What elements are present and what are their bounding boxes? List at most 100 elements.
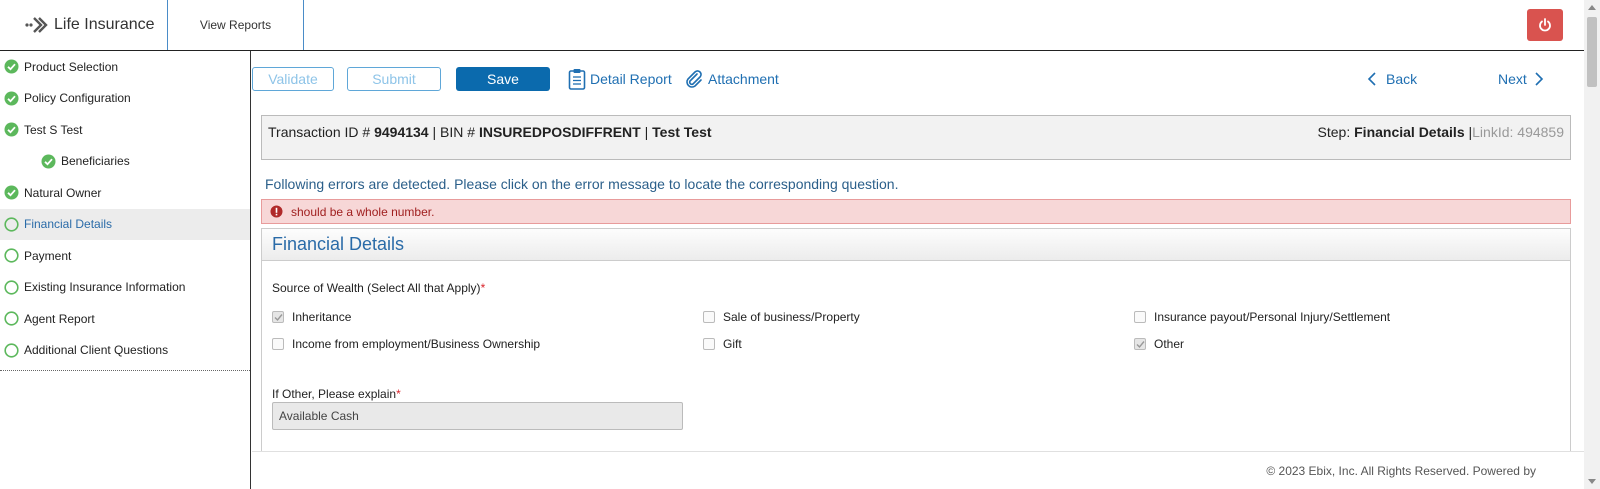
- checkbox-label: Insurance payout/Personal Injury/Settlem…: [1154, 310, 1391, 324]
- sidebar-item-label: Policy Configuration: [24, 91, 131, 106]
- checkbox-box[interactable]: [1134, 338, 1146, 350]
- attachment-label: Attachment: [708, 71, 779, 87]
- sidebar: Product Selection Policy Configuration T…: [0, 51, 251, 489]
- checkbox-label: Sale of business/Property: [723, 310, 860, 324]
- sidebar-item-natural-owner[interactable]: Natural Owner: [0, 177, 250, 209]
- financial-details-panel: Financial Details Source of Wealth (Sele…: [261, 228, 1571, 458]
- other-explain-input[interactable]: Available Cash: [272, 402, 683, 430]
- step-label: Step:: [1317, 124, 1351, 140]
- alert-circle-icon: [270, 205, 283, 218]
- detail-report-link[interactable]: Detail Report: [568, 67, 672, 91]
- sidebar-item-beneficiaries[interactable]: Beneficiaries: [0, 146, 250, 178]
- sidebar-item-existing-insurance[interactable]: Existing Insurance Information: [0, 272, 250, 304]
- checkbox-sale-of-business[interactable]: Sale of business/Property: [703, 310, 860, 324]
- main-content: Validate Submit Save Detail Report Attac…: [252, 51, 1584, 458]
- sidebar-item-product-selection[interactable]: Product Selection: [0, 51, 250, 83]
- clipboard-icon: [568, 69, 586, 90]
- empty-circle-icon: [4, 311, 19, 326]
- sidebar-item-additional-client-questions[interactable]: Additional Client Questions: [0, 335, 250, 367]
- detail-report-label: Detail Report: [590, 71, 672, 87]
- empty-circle-icon: [4, 217, 19, 232]
- empty-circle-icon: [4, 248, 19, 263]
- chevron-right-icon: [1535, 72, 1543, 86]
- save-button[interactable]: Save: [456, 67, 550, 91]
- brand[interactable]: Life Insurance: [0, 0, 168, 50]
- checkbox-box[interactable]: [272, 311, 284, 323]
- step-value: Financial Details: [1354, 124, 1465, 140]
- checkbox-gift[interactable]: Gift: [703, 337, 742, 351]
- checkbox-label: Gift: [723, 337, 742, 351]
- logo-icon: [25, 17, 48, 33]
- next-label: Next: [1498, 71, 1527, 87]
- copyright-text: © 2023 Ebix, Inc. All Rights Reserved. P…: [1266, 464, 1536, 478]
- transaction-bar: Transaction ID # 9494134 | BIN # INSURED…: [261, 115, 1571, 160]
- step-list: Product Selection Policy Configuration T…: [0, 51, 250, 371]
- separator: |: [644, 124, 649, 140]
- link-id: LinkId: 494859: [1472, 124, 1564, 140]
- bin-label: | BIN #: [432, 124, 476, 140]
- check-icon: [274, 313, 283, 321]
- bin-value: INSUREDPOSDIFFRENT: [478, 124, 641, 140]
- validate-button[interactable]: Validate: [252, 67, 334, 91]
- next-button[interactable]: Next: [1498, 67, 1549, 91]
- check-circle-icon: [41, 154, 56, 169]
- sidebar-item-label: Natural Owner: [24, 185, 102, 200]
- checkbox-label: Other: [1154, 337, 1185, 351]
- sidebar-item-label: Beneficiaries: [61, 154, 130, 169]
- checkbox-insurance-payout[interactable]: Insurance payout/Personal Injury/Settlem…: [1134, 310, 1390, 324]
- client-name: Test Test: [652, 124, 712, 140]
- sidebar-item-label: Product Selection: [24, 59, 119, 74]
- paperclip-icon: [686, 70, 702, 88]
- logout-button[interactable]: [1527, 9, 1563, 41]
- checkbox-label: Inheritance: [292, 310, 352, 324]
- back-label: Back: [1386, 71, 1418, 87]
- transaction-id-label: Transaction ID #: [268, 124, 371, 140]
- attachment-link[interactable]: Attachment: [684, 67, 779, 91]
- check-icon: [1136, 340, 1145, 348]
- top-header: Life Insurance View Reports: [0, 0, 1584, 51]
- error-summary-message: Following errors are detected. Please cl…: [265, 176, 899, 192]
- checkbox-box[interactable]: [703, 338, 715, 350]
- step-info: Step: Financial Details |LinkId: 494859: [1318, 124, 1564, 140]
- power-icon: [1539, 18, 1551, 32]
- view-reports-link[interactable]: View Reports: [168, 0, 304, 50]
- check-circle-icon: [4, 59, 19, 74]
- source-of-wealth-label: Source of Wealth (Select All that Apply)…: [272, 281, 485, 295]
- sidebar-item-policy-configuration[interactable]: Policy Configuration: [0, 83, 250, 115]
- sidebar-item-label: Financial Details: [24, 217, 113, 232]
- transaction-info: Transaction ID # 9494134 | BIN # INSURED…: [268, 124, 712, 140]
- checkbox-label: Income from employment/Business Ownershi…: [292, 337, 541, 351]
- other-explain-text: If Other, Please explain: [272, 387, 397, 401]
- required-mark: *: [480, 281, 486, 295]
- checkbox-box[interactable]: [703, 311, 715, 323]
- sidebar-item-label: Existing Insurance Information: [24, 280, 186, 295]
- sidebar-item-agent-report[interactable]: Agent Report: [0, 303, 250, 335]
- sidebar-item-payment[interactable]: Payment: [0, 240, 250, 272]
- sidebar-item-label: Additional Client Questions: [24, 343, 169, 358]
- app-title: Life Insurance: [54, 16, 155, 33]
- sidebar-item-label: Payment: [24, 248, 72, 263]
- sidebar-item-test-s-test[interactable]: Test S Test: [0, 114, 250, 146]
- scroll-up-arrow[interactable]: [1588, 5, 1596, 10]
- back-button[interactable]: Back: [1366, 67, 1417, 91]
- checkbox-other[interactable]: Other: [1134, 337, 1184, 351]
- source-of-wealth-text: Source of Wealth (Select All that Apply): [272, 281, 481, 295]
- submit-button[interactable]: Submit: [347, 67, 441, 91]
- required-mark: *: [396, 387, 401, 401]
- check-circle-icon: [4, 122, 19, 137]
- error-text: should be a whole number.: [291, 204, 435, 219]
- checkbox-box[interactable]: [1134, 311, 1146, 323]
- checkbox-inheritance[interactable]: Inheritance: [272, 310, 351, 324]
- vertical-scrollbar[interactable]: [1584, 0, 1600, 489]
- scroll-down-arrow[interactable]: [1588, 479, 1596, 484]
- footer: © 2023 Ebix, Inc. All Rights Reserved. P…: [252, 451, 1584, 489]
- empty-circle-icon: [4, 343, 19, 358]
- sidebar-item-financial-details[interactable]: Financial Details: [0, 208, 250, 240]
- scroll-thumb[interactable]: [1587, 17, 1597, 87]
- transaction-id-value: 9494134: [374, 124, 429, 140]
- error-item[interactable]: should be a whole number.: [261, 199, 1571, 224]
- checkbox-box[interactable]: [272, 338, 284, 350]
- toolbar: Validate Submit Save Detail Report Attac…: [252, 51, 1584, 106]
- checkbox-income-employment[interactable]: Income from employment/Business Ownershi…: [272, 337, 540, 351]
- panel-title: Financial Details: [262, 229, 1570, 261]
